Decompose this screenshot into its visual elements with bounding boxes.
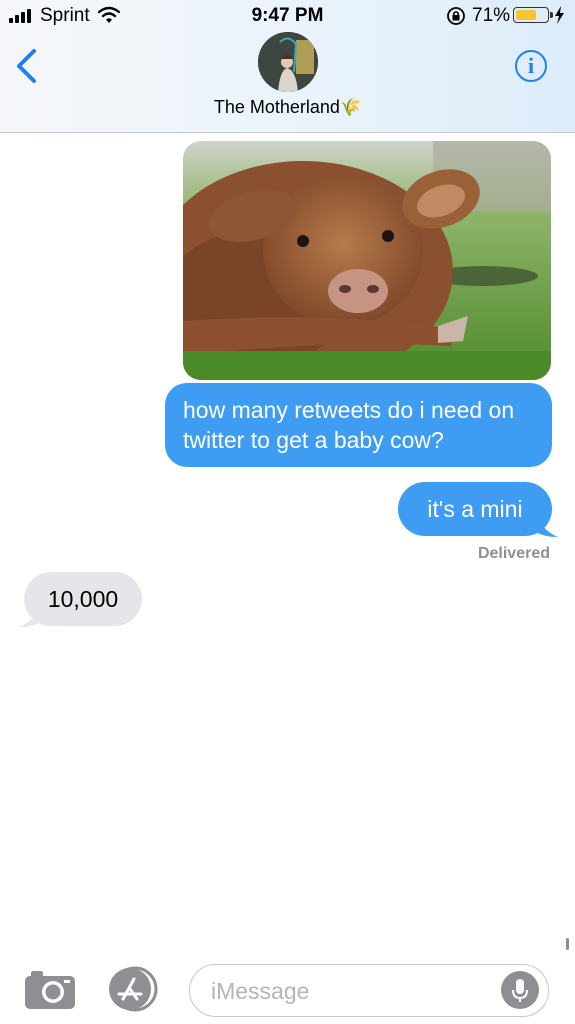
battery-fill — [516, 10, 536, 20]
orientation-lock-icon — [447, 7, 465, 25]
app-store-button[interactable] — [106, 966, 164, 1012]
sent-message-bubble[interactable]: how many retweets do i need on twitter t… — [165, 383, 552, 467]
status-bar: Sprint 9:47 PM 71% — [0, 0, 575, 32]
received-message-bubble[interactable]: 10,000 — [24, 572, 142, 626]
battery-percent: 71% — [472, 5, 511, 26]
scroll-indicator[interactable] — [566, 938, 569, 950]
charging-bolt-icon — [555, 6, 564, 24]
wheat-emoji-icon: 🌾 — [339, 98, 362, 117]
battery-icon — [513, 7, 553, 23]
delivery-status: Delivered — [477, 545, 550, 562]
microphone-button[interactable] — [501, 971, 539, 1009]
info-button[interactable]: i — [515, 50, 547, 82]
microphone-icon — [512, 979, 528, 1002]
received-bubble-tail — [19, 600, 41, 627]
calf-photo — [183, 141, 551, 380]
message-input-placeholder: iMessage — [211, 978, 310, 1004]
message-input[interactable]: iMessage — [189, 964, 549, 1017]
sent-message-bubble[interactable]: it's a mini — [398, 482, 552, 536]
camera-button[interactable] — [24, 968, 76, 1010]
navigation-header: Sprint 9:47 PM 71% The Motherland🌾 i — [0, 0, 575, 133]
contact-name[interactable]: The Motherland🌾 — [0, 97, 575, 118]
back-button[interactable] — [14, 48, 38, 84]
message-photo[interactable] — [183, 141, 551, 380]
sent-bubble-tail — [536, 510, 558, 537]
contact-avatar[interactable] — [258, 32, 318, 92]
